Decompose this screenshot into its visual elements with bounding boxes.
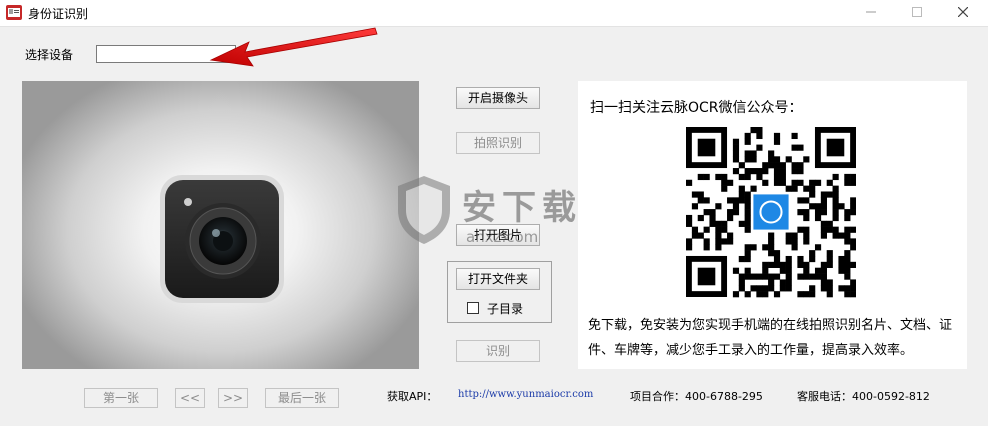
capture-button[interactable]: 拍照识别 [456,132,540,154]
app-icon [6,5,22,20]
open-folder-button[interactable]: 打开文件夹 [456,268,540,290]
close-icon [957,6,969,18]
next-page-button[interactable]: >> [218,388,248,408]
close-button[interactable] [940,0,986,26]
prev-page-button[interactable]: << [175,388,205,408]
minimize-button[interactable] [848,0,894,26]
qr-code-icon [686,127,856,298]
qr-description: 免下载，免安装为您实现手机端的在线拍照识别名片、文档、证件、车牌等，减少您手工录… [588,318,953,358]
api-link[interactable]: http://www.yunmaiocr.com [458,389,593,400]
api-label: 获取API： [387,390,438,403]
service-phone: 客服电话：400-0592-812 [797,390,930,403]
window-title: 身份证识别 [28,7,89,21]
camera-preview [22,81,419,369]
maximize-icon [912,7,922,17]
watermark-text: 安下载 [462,188,582,228]
last-page-button[interactable]: 最后一张 [265,388,339,408]
camera-icon [160,175,284,303]
open-camera-button[interactable]: 开启摄像头 [456,87,540,109]
first-page-button[interactable]: 第一张 [84,388,158,408]
subdir-label: 子目录 [487,302,524,316]
recognize-button[interactable]: 识别 [456,340,540,362]
annotation-arrow-icon [209,27,378,67]
qr-title: 扫一扫关注云脉OCR微信公众号： [590,100,803,116]
maximize-button[interactable] [894,0,940,26]
open-image-button[interactable]: 打开图片 [456,224,540,246]
title-bar: 身份证识别 [0,0,988,27]
minimize-icon [866,11,876,13]
device-label: 选择设备 [25,48,74,62]
subdir-checkbox[interactable] [467,302,479,314]
cooperation-info: 项目合作：400-6788-295 [630,390,763,403]
qr-panel: 扫一扫关注云脉OCR微信公众号： 免下载，免安装为您实现手机端的在线拍照识别名片… [578,81,967,369]
